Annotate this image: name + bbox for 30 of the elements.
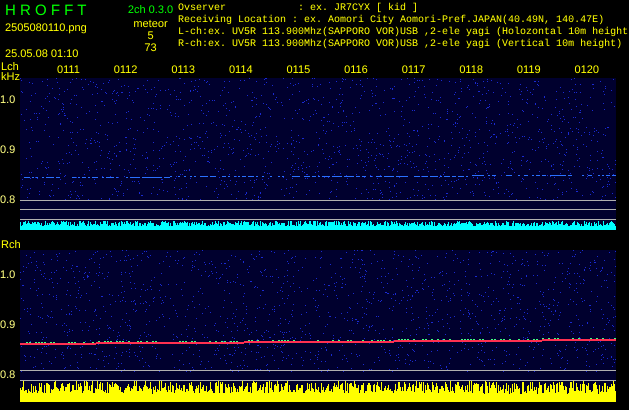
info-line: L-ch:ex. UV5R 113.900Mhz(SAPPORO VOR)USB ,2-ele yagi (Holozontal 10m height [178,27,628,38]
axis-label: 1.0 [0,95,16,106]
info-line: Ovserver : ex. JR7CYX [ kid ] [178,3,420,14]
time-label: 0112 [114,64,138,76]
time-label: 0111 [56,64,80,76]
time-label: 0113 [171,64,195,76]
axis-label: 1.0 [0,270,16,281]
time-label: 0115 [286,64,310,76]
time-label: 0117 [402,64,426,76]
file-name: 2505080110.png [5,21,88,35]
info-line: R-ch:ex. UV5R 113.900Mhz(SAPPORO VOR)USB ,2-ele yagi (Vertical 10m height) [178,39,624,51]
date-time: 25.05.08 01:10 [5,47,80,61]
app-title: H R O F F T [5,3,88,19]
count-value: 5 [147,30,154,42]
time-label: 0116 [344,64,368,76]
axis-label: 0.9 [0,320,16,331]
channel-label: Rch [1,240,21,251]
version-label: 2ch 0.3.0 [128,4,174,16]
channel-label: Lch [1,62,19,73]
time-label: 0120 [574,64,599,76]
count-value: 73 [144,42,157,54]
info-line: Receiving Location : ex. Aomori City Aomori-Pref.JAPAN(40.49N, 140.47E) [178,15,606,26]
detection-label: meteor [133,18,168,30]
unit-label: kHz [1,72,20,83]
axis-label: 0.9 [0,145,16,156]
axis-label: 0.8 [0,370,16,381]
time-label: 0114 [228,64,253,76]
time-label: 0118 [459,64,483,76]
time-label: 0119 [516,64,541,76]
axis-label: 0.8 [0,195,16,206]
